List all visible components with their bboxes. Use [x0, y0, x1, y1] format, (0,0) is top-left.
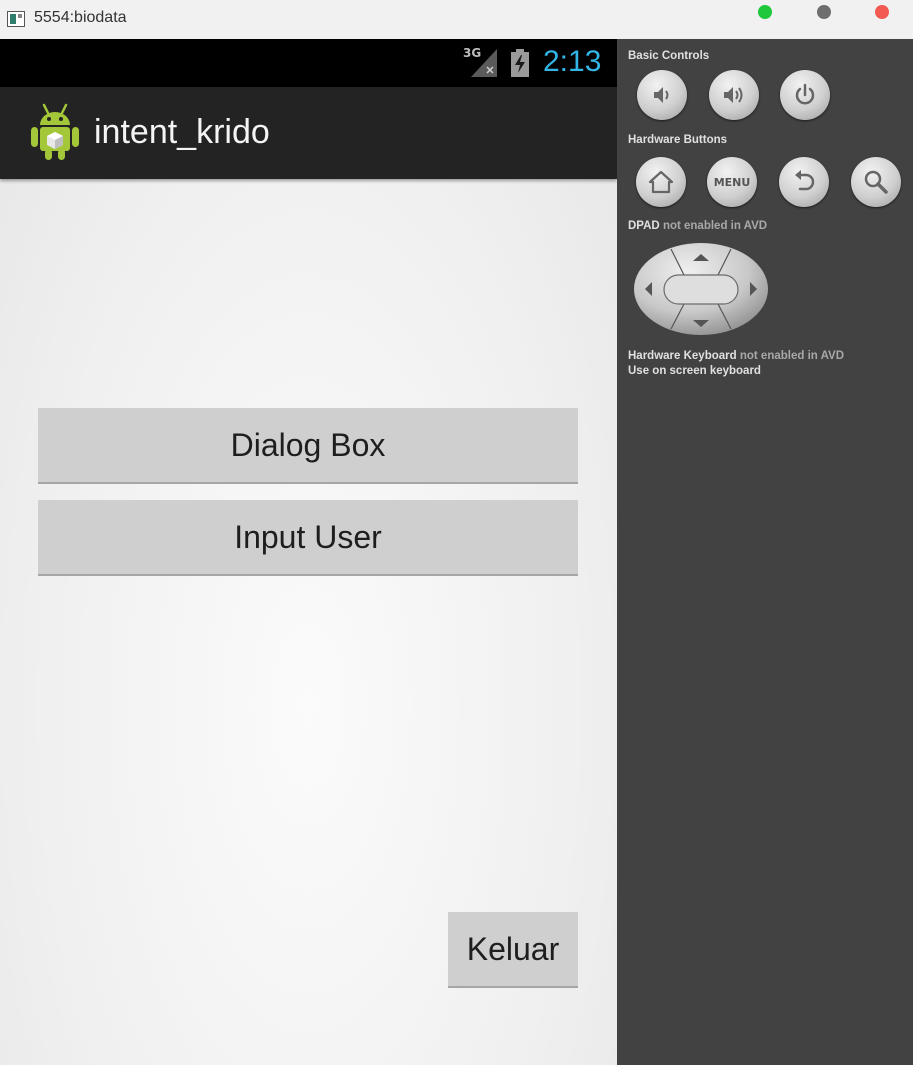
menu-button[interactable]: MENU — [707, 157, 757, 207]
keyboard-label: Hardware Keyboard not enabled in AVD — [628, 350, 844, 362]
android-app-icon — [31, 103, 79, 160]
search-icon — [864, 170, 888, 194]
dpad-control[interactable] — [633, 242, 769, 336]
search-button[interactable] — [851, 157, 901, 207]
battery-charging-icon — [511, 49, 529, 77]
keyboard-label-bold: Hardware Keyboard — [628, 350, 737, 362]
volume-down-button[interactable] — [637, 70, 687, 120]
signal-icon — [471, 49, 497, 77]
status-clock: 2:13 — [543, 45, 602, 78]
window-title: 5554:biodata — [34, 9, 127, 26]
basic-controls-label: Basic Controls — [628, 50, 710, 62]
volume-up-button[interactable] — [709, 70, 759, 120]
minimize-button[interactable] — [817, 5, 831, 19]
back-button[interactable] — [779, 157, 829, 207]
dpad-label-bold: DPAD — [628, 220, 660, 232]
power-button[interactable] — [780, 70, 830, 120]
phone-screen: 3G 2:13 intent_krido Dialog Box Input Us… — [0, 39, 617, 1065]
app-window-icon — [7, 11, 25, 27]
status-bar: 3G 2:13 — [0, 39, 617, 87]
dpad-label-rest: not enabled in AVD — [662, 220, 768, 232]
action-bar: intent_krido — [0, 87, 617, 179]
hardware-buttons-label: Hardware Buttons — [628, 134, 728, 146]
dialog-box-button[interactable]: Dialog Box — [38, 408, 578, 484]
close-button[interactable] — [875, 5, 889, 19]
dpad-label: DPAD not enabled in AVD — [628, 220, 767, 232]
emulator-controls-panel: Basic Controls Hardware Buttons MENU DPA… — [617, 39, 913, 1065]
keyboard-label-rest: not enabled in AVD — [739, 350, 844, 362]
on-screen-keyboard-label: Use on screen keyboard — [628, 365, 761, 377]
input-user-button[interactable]: Input User — [38, 500, 578, 576]
keluar-button[interactable]: Keluar — [448, 912, 578, 988]
volume-down-icon — [654, 87, 669, 103]
maximize-button[interactable] — [758, 5, 772, 19]
app-title: intent_krido — [94, 113, 270, 151]
power-icon — [795, 83, 815, 105]
home-icon — [648, 170, 674, 194]
back-icon — [795, 170, 815, 191]
home-button[interactable] — [636, 157, 686, 207]
menu-button-label: MENU — [713, 175, 751, 189]
volume-up-icon — [724, 87, 743, 103]
window-titlebar: 5554:biodata — [0, 0, 913, 39]
